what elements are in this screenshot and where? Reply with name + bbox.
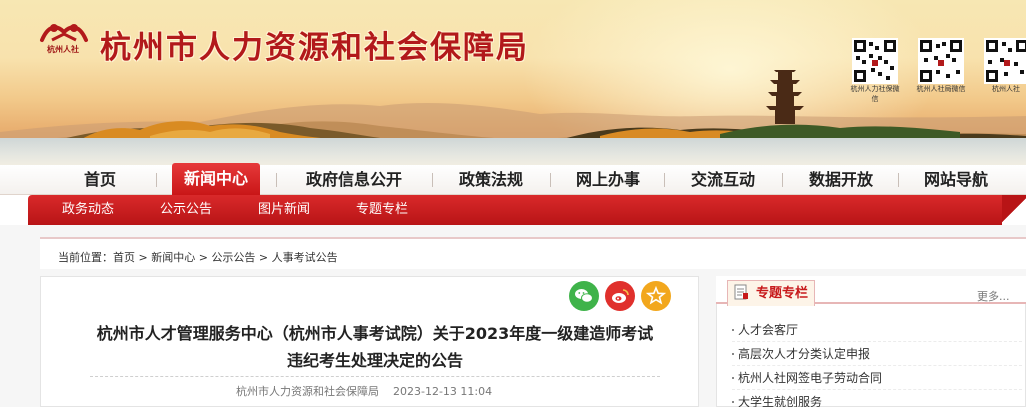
- subnav-photo-news[interactable]: 图片新闻: [258, 195, 310, 225]
- subnav-gov-affairs[interactable]: 政务动态: [62, 195, 114, 225]
- list-item[interactable]: 大学生就创服务: [732, 390, 1022, 407]
- qr-caption: 杭州人力社保微信: [850, 85, 900, 103]
- nav-site-map[interactable]: 网站导航: [914, 165, 998, 195]
- qr-caption: 杭州人社局微信: [916, 85, 966, 93]
- nav-interaction[interactable]: 交流互动: [680, 165, 766, 195]
- wechat-share-button[interactable]: [569, 281, 599, 311]
- breadcrumb-separator: >: [195, 251, 212, 264]
- nav-news-center[interactable]: 新闻中心: [172, 163, 260, 195]
- list-item[interactable]: 高层次人才分类认定申报: [732, 342, 1022, 366]
- sidebar-more-link[interactable]: 更多...: [977, 288, 1010, 304]
- breadcrumb-exam-announcements[interactable]: 人事考试公告: [272, 251, 338, 264]
- article-date: 2023-12-13 11:04: [393, 385, 493, 398]
- weibo-icon: [612, 289, 629, 303]
- favorite-icon: [645, 285, 667, 305]
- nav-divider: [898, 173, 899, 187]
- list-item-label: 人才会客厅: [738, 323, 799, 337]
- nav-home[interactable]: 首页: [60, 165, 140, 195]
- favorite-share-button[interactable]: [641, 281, 671, 311]
- article-divider: [90, 376, 660, 377]
- bullet-icon: [732, 329, 734, 331]
- nav-divider: [550, 173, 551, 187]
- wechat-icon: [575, 289, 593, 303]
- subnav-corner-curl: [1002, 195, 1026, 225]
- sidebar-topic-list: 人才会客厅 高层次人才分类认定申报 杭州人社网签电子劳动合同 大学生就创服务: [732, 318, 1022, 407]
- list-item-label: 高层次人才分类认定申报: [738, 347, 871, 361]
- qr-caption: 杭州人社: [992, 85, 1020, 93]
- breadcrumb-prefix: 当前位置：: [58, 251, 113, 264]
- subnav-special-topics[interactable]: 专题专栏: [356, 195, 408, 225]
- nav-divider: [782, 173, 783, 187]
- bullet-icon: [732, 377, 734, 379]
- nav-divider: [276, 173, 277, 187]
- list-item[interactable]: 人才会客厅: [732, 318, 1022, 342]
- qr-code-icon: [918, 38, 964, 84]
- nav-gov-info-disclosure[interactable]: 政府信息公开: [292, 165, 416, 195]
- nav-policies-regulations[interactable]: 政策法规: [448, 165, 534, 195]
- nav-divider: [156, 173, 157, 187]
- article-title: 杭州市人才管理服务中心（杭州市人事考试院）关于2023年度一级建造师考试违纪考生…: [96, 324, 654, 370]
- banner-lake: [0, 138, 1026, 165]
- bullet-icon: [732, 401, 734, 403]
- nav-online-services[interactable]: 网上办事: [566, 165, 650, 195]
- bullet-icon: [732, 353, 734, 355]
- sub-navigation: 政务动态 公示公告 图片新闻 专题专栏: [28, 195, 1026, 225]
- breadcrumb-announcements[interactable]: 公示公告: [211, 251, 255, 264]
- breadcrumb-separator: >: [135, 251, 152, 264]
- nav-divider: [664, 173, 665, 187]
- list-item-label: 杭州人社网签电子劳动合同: [738, 371, 883, 385]
- breadcrumb-news-center[interactable]: 新闻中心: [151, 251, 195, 264]
- article-publisher: 杭州市人力资源和社会保障局: [236, 385, 379, 398]
- breadcrumb: 当前位置：首页 > 新闻中心 > 公示公告 > 人事考试公告: [58, 249, 338, 265]
- logo-caption: 杭州人社: [47, 45, 79, 54]
- breadcrumb-separator: >: [255, 251, 272, 264]
- nav-open-data[interactable]: 数据开放: [798, 165, 884, 195]
- weibo-share-button[interactable]: [605, 281, 635, 311]
- main-navigation: 首页 新闻中心 政府信息公开 政策法规 网上办事 交流互动 数据开放 网站导航: [0, 163, 1026, 195]
- qr-code-icon: [852, 38, 898, 84]
- nav-divider: [432, 173, 433, 187]
- article-meta: 杭州市人力资源和社会保障局 2023-12-13 11:04: [236, 383, 492, 399]
- document-icon: [734, 284, 748, 300]
- breadcrumb-home[interactable]: 首页: [113, 251, 135, 264]
- list-item[interactable]: 杭州人社网签电子劳动合同: [732, 366, 1022, 390]
- site-title[interactable]: 杭州市人力资源和社会保障局: [100, 22, 529, 67]
- qr-code-icon: [984, 38, 1026, 84]
- subnav-announcements[interactable]: 公示公告: [160, 195, 212, 225]
- list-item-label: 大学生就创服务: [738, 395, 823, 407]
